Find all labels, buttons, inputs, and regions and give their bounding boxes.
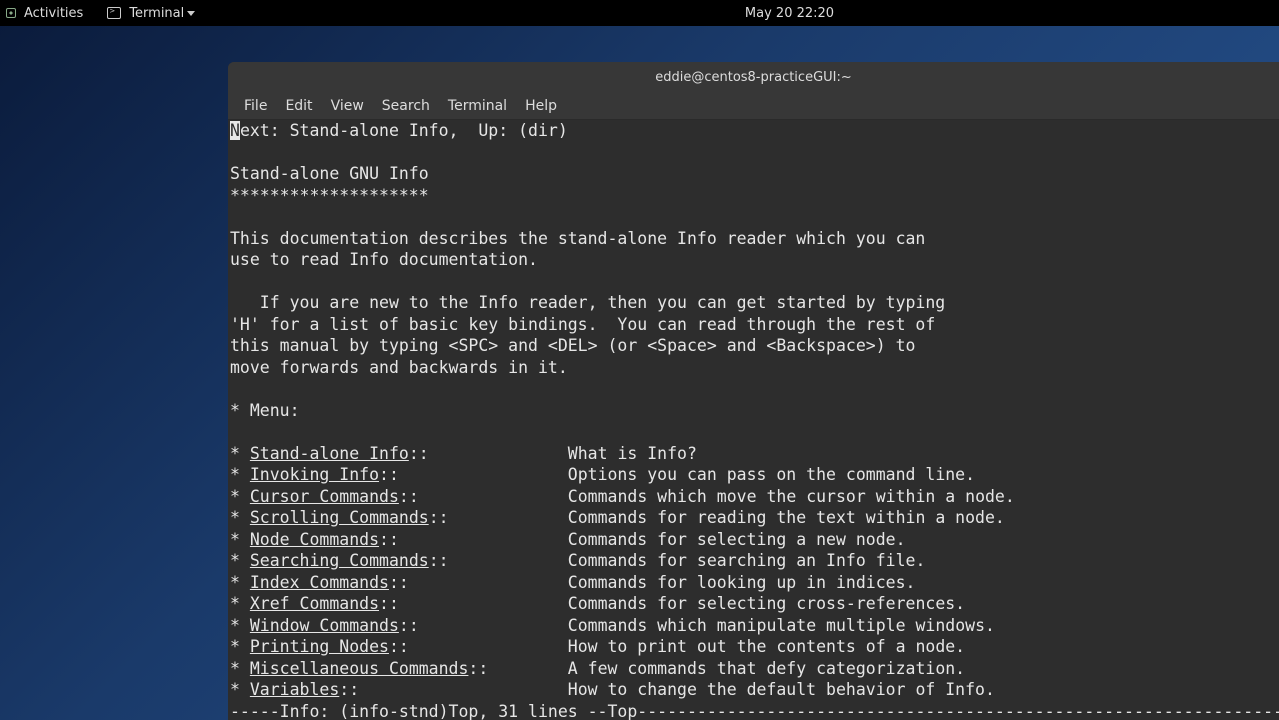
menu-link: Miscellaneous Commands — [250, 659, 469, 678]
menu-item[interactable]: * Variables:: How to change the default … — [230, 680, 995, 699]
menu-item[interactable]: * Xref Commands:: Commands for selecting… — [230, 594, 965, 613]
info-para1: use to read Info documentation. — [230, 250, 538, 269]
menu-help[interactable]: Help — [517, 94, 565, 118]
menu-link: Searching Commands — [250, 551, 429, 570]
cursor: N — [230, 121, 240, 140]
menu-file[interactable]: File — [236, 94, 275, 118]
menu-item[interactable]: * Invoking Info:: Options you can pass o… — [230, 465, 975, 484]
menu-search[interactable]: Search — [374, 94, 438, 118]
terminal-content[interactable]: Next: Stand-alone Info, Up: (dir) Stand-… — [228, 120, 1279, 720]
menu-item[interactable]: * Stand-alone Info:: What is Info? — [230, 444, 697, 463]
menu-item[interactable]: * Cursor Commands:: Commands which move … — [230, 487, 1015, 506]
menu-terminal[interactable]: Terminal — [440, 94, 515, 118]
info-title-underline: ******************** — [230, 186, 429, 205]
menu-item[interactable]: * Searching Commands:: Commands for sear… — [230, 551, 925, 570]
activities-icon — [6, 8, 16, 18]
info-status-line: -----Info: (info-stnd)Top, 31 lines --To… — [230, 702, 1279, 720]
menu-link: Cursor Commands — [250, 487, 399, 506]
terminal-icon — [107, 7, 121, 19]
info-para2: If you are new to the Info reader, then … — [230, 293, 945, 312]
menu-item[interactable]: * Node Commands:: Commands for selecting… — [230, 530, 906, 549]
info-menu-header: * Menu: — [230, 401, 300, 420]
menu-edit[interactable]: Edit — [277, 94, 320, 118]
info-para2: move forwards and backwards in it. — [230, 358, 568, 377]
info-title: Stand-alone GNU Info — [230, 164, 429, 183]
info-para1: This documentation describes the stand-a… — [230, 229, 925, 248]
menu-item[interactable]: * Miscellaneous Commands:: A few command… — [230, 659, 965, 678]
activities-button[interactable]: Activities — [24, 6, 83, 21]
menu-link: Xref Commands — [250, 594, 379, 613]
info-nav-line: ext: Stand-alone Info, Up: (dir) — [240, 121, 568, 140]
terminal-window: eddie@centos8-practiceGUI:~ File Edit Vi… — [228, 62, 1279, 720]
menu-view[interactable]: View — [323, 94, 372, 118]
menu-link: Stand-alone Info — [250, 444, 409, 463]
info-para2: this manual by typing <SPC> and <DEL> (o… — [230, 336, 915, 355]
menu-link: Scrolling Commands — [250, 508, 429, 527]
menu-link: Printing Nodes — [250, 637, 389, 656]
menubar: File Edit View Search Terminal Help — [228, 92, 1279, 120]
menu-link: Window Commands — [250, 616, 399, 635]
menu-link: Variables — [250, 680, 339, 699]
menu-link: Invoking Info — [250, 465, 379, 484]
app-menu-terminal[interactable]: Terminal — [129, 6, 195, 21]
menu-link: Node Commands — [250, 530, 379, 549]
window-titlebar[interactable]: eddie@centos8-practiceGUI:~ — [228, 62, 1279, 92]
chevron-down-icon — [187, 11, 195, 16]
gnome-topbar: Activities Terminal May 20 22:20 — [0, 0, 1279, 26]
info-para2: 'H' for a list of basic key bindings. Yo… — [230, 315, 935, 334]
menu-item[interactable]: * Printing Nodes:: How to print out the … — [230, 637, 965, 656]
clock[interactable]: May 20 22:20 — [445, 6, 834, 21]
menu-link: Index Commands — [250, 573, 389, 592]
menu-item[interactable]: * Scrolling Commands:: Commands for read… — [230, 508, 1005, 527]
menu-item[interactable]: * Window Commands:: Commands which manip… — [230, 616, 995, 635]
menu-item[interactable]: * Index Commands:: Commands for looking … — [230, 573, 915, 592]
